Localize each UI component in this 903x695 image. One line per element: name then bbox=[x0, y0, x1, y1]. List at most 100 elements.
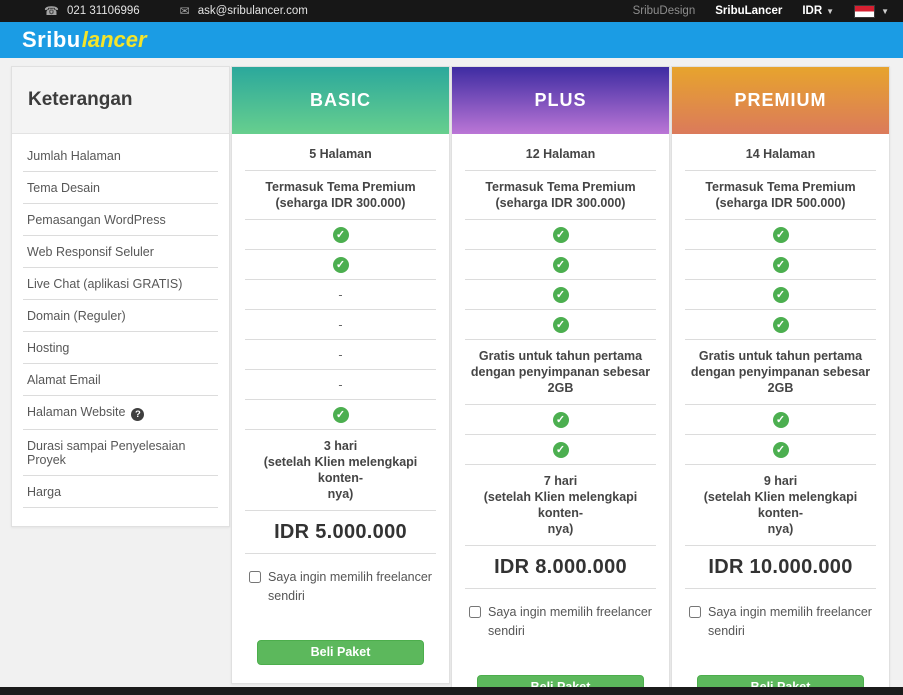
plan-feature-text: Gratis untuk tahun pertama dengan penyim… bbox=[465, 340, 656, 405]
check-icon: ✓ bbox=[552, 286, 569, 303]
freelancer-checkbox-label: Saya ingin memilih freelancer sendiri bbox=[488, 605, 652, 638]
check-icon: ✓ bbox=[552, 256, 569, 273]
freelancer-checkbox-label: Saya ingin memilih freelancer sendiri bbox=[708, 605, 872, 638]
phone-number: 021 31106996 bbox=[66, 5, 140, 17]
feature-label-row: Halaman Website? bbox=[23, 396, 218, 430]
plan-feature-included: ✓ bbox=[465, 250, 656, 280]
plan-feature-text: 3 hari (setelah Klien melengkapi konten-… bbox=[245, 430, 436, 511]
plan-body: 12 Halaman Termasuk Tema Premium (seharga… bbox=[452, 134, 669, 695]
feature-label-row: Tema Desain bbox=[23, 172, 218, 204]
plan-feature-included: ✓ bbox=[685, 310, 876, 340]
feature-label: Harga bbox=[27, 485, 62, 499]
feature-label: Hosting bbox=[27, 341, 70, 355]
feature-label-row: Harga bbox=[23, 476, 218, 508]
plan-feature-included: ✓ bbox=[245, 250, 436, 280]
currency-label: IDR bbox=[802, 5, 823, 17]
freelancer-option[interactable]: Saya ingin memilih freelancer sendiri bbox=[469, 603, 653, 641]
dash-text: - bbox=[338, 317, 343, 332]
language-dropdown[interactable]: ▼ bbox=[854, 4, 889, 18]
plan-feature-text: 9 hari (setelah Klien melengkapi konten-… bbox=[685, 465, 876, 546]
logo-primary-text: Sribu bbox=[22, 27, 81, 52]
freelancer-checkbox[interactable] bbox=[249, 571, 261, 583]
plan-feature-text: 7 hari (setelah Klien melengkapi konten-… bbox=[465, 465, 656, 546]
plan-feature-included: ✓ bbox=[685, 250, 876, 280]
check-icon: ✓ bbox=[552, 411, 569, 428]
freelancer-checkbox[interactable] bbox=[689, 606, 701, 618]
feature-label-row: Web Responsif Seluler bbox=[23, 236, 218, 268]
plan-body: 5 Halaman Termasuk Tema Premium (seharga … bbox=[232, 134, 449, 683]
plan-feature-included: ✓ bbox=[465, 435, 656, 465]
dash-text: - bbox=[338, 347, 343, 362]
freelancer-checkbox[interactable] bbox=[469, 606, 481, 618]
check-icon: ✓ bbox=[332, 256, 349, 273]
plan-header-plus: PLUS bbox=[452, 67, 669, 134]
nav-sribudesign-link[interactable]: SribuDesign bbox=[633, 5, 696, 17]
help-question-icon[interactable]: ? bbox=[131, 408, 145, 421]
pricing-table: Keterangan Jumlah Halaman Tema Desain Pema… bbox=[0, 58, 903, 695]
plan-price: IDR 5.000.000 bbox=[245, 511, 436, 554]
check-icon: ✓ bbox=[772, 316, 789, 333]
nav-sribulancer-link[interactable]: SribuLancer bbox=[715, 5, 782, 17]
top-nav: SribuDesign SribuLancer IDR ▼ ▼ bbox=[633, 4, 889, 18]
feature-label: Domain (Reguler) bbox=[27, 309, 126, 323]
feature-label-row: Domain (Reguler) bbox=[23, 300, 218, 332]
check-icon: ✓ bbox=[552, 441, 569, 458]
plan-feature-excluded: - bbox=[245, 310, 436, 340]
keterangan-card: Keterangan Jumlah Halaman Tema Desain Pema… bbox=[11, 66, 230, 527]
plan-feature-text: Gratis untuk tahun pertama dengan penyim… bbox=[685, 340, 876, 405]
plan-price: IDR 10.000.000 bbox=[685, 546, 876, 589]
keterangan-list: Jumlah Halaman Tema Desain Pemasangan Word… bbox=[12, 134, 229, 526]
freelancer-option[interactable]: Saya ingin memilih freelancer sendiri bbox=[249, 568, 433, 606]
plan-feature-excluded: - bbox=[245, 280, 436, 310]
check-icon: ✓ bbox=[772, 441, 789, 458]
check-icon: ✓ bbox=[552, 316, 569, 333]
plan-feature-included: ✓ bbox=[685, 280, 876, 310]
check-icon: ✓ bbox=[332, 226, 349, 243]
plan-body: 14 Halaman Termasuk Tema Premium (seharga… bbox=[672, 134, 889, 695]
plan-feature-included: ✓ bbox=[465, 405, 656, 435]
indonesia-flag-icon bbox=[854, 4, 876, 18]
plan-feature-included: ✓ bbox=[245, 400, 436, 430]
dash-text: - bbox=[338, 287, 343, 302]
plan-feature-text: 14 Halaman bbox=[685, 138, 876, 171]
chevron-down-icon: ▼ bbox=[826, 6, 835, 16]
plan-name: PREMIUM bbox=[734, 90, 827, 110]
plan-header-basic: BASIC bbox=[232, 67, 449, 134]
plan-feature-excluded: - bbox=[245, 370, 436, 400]
feature-label-row: Durasi sampai Penyelesaian Proyek bbox=[23, 430, 218, 476]
plan-feature-included: ✓ bbox=[245, 220, 436, 250]
plan-feature-included: ✓ bbox=[465, 310, 656, 340]
plan-card-basic: BASIC 5 Halaman Termasuk Tema Premium (seh… bbox=[231, 66, 450, 684]
check-icon: ✓ bbox=[332, 406, 349, 423]
top-utility-bar: ☎ 021 31106996 ✉ ask@sribulancer.com Sri… bbox=[0, 0, 903, 22]
sribulancer-logo[interactable]: Sribulancer bbox=[22, 29, 147, 51]
plan-feature-included: ✓ bbox=[465, 220, 656, 250]
plan-feature-text: Termasuk Tema Premium (seharga IDR 300.0… bbox=[465, 171, 656, 220]
main-header: Sribulancer bbox=[0, 22, 903, 58]
plan-feature-text: Termasuk Tema Premium (seharga IDR 500.0… bbox=[685, 171, 876, 220]
plan-name: BASIC bbox=[309, 90, 371, 110]
contact-email: ask@sribulancer.com bbox=[197, 5, 308, 17]
check-icon: ✓ bbox=[772, 411, 789, 428]
plan-feature-text: 5 Halaman bbox=[245, 138, 436, 171]
plan-card-premium: PREMIUM 14 Halaman Termasuk Tema Premium (… bbox=[671, 66, 890, 695]
feature-label: Web Responsif Seluler bbox=[27, 245, 154, 259]
plan-card-plus: PLUS 12 Halaman Termasuk Tema Premium (seh… bbox=[451, 66, 670, 695]
keterangan-title: Keterangan bbox=[12, 67, 229, 134]
feature-label-row: Pemasangan WordPress bbox=[23, 204, 218, 236]
feature-label: Live Chat (aplikasi GRATIS) bbox=[27, 277, 183, 291]
freelancer-option[interactable]: Saya ingin memilih freelancer sendiri bbox=[689, 603, 873, 641]
plan-header-premium: PREMIUM bbox=[672, 67, 889, 134]
feature-label-row: Hosting bbox=[23, 332, 218, 364]
footer-strip bbox=[0, 687, 903, 695]
contact-info: ☎ 021 31106996 ✉ ask@sribulancer.com bbox=[44, 4, 308, 18]
buy-button-basic[interactable]: Beli Paket bbox=[257, 639, 424, 665]
pricing-page: ☎ 021 31106996 ✉ ask@sribulancer.com Sri… bbox=[0, 0, 903, 695]
plan-feature-included: ✓ bbox=[685, 405, 876, 435]
currency-dropdown[interactable]: IDR ▼ bbox=[802, 5, 834, 17]
feature-label: Pemasangan WordPress bbox=[27, 213, 166, 227]
plan-feature-text: Termasuk Tema Premium (seharga IDR 300.0… bbox=[245, 171, 436, 220]
feature-label-row: Alamat Email bbox=[23, 364, 218, 396]
buy-button-wrap: Beli Paket bbox=[257, 639, 424, 665]
chevron-down-icon: ▼ bbox=[881, 6, 889, 16]
